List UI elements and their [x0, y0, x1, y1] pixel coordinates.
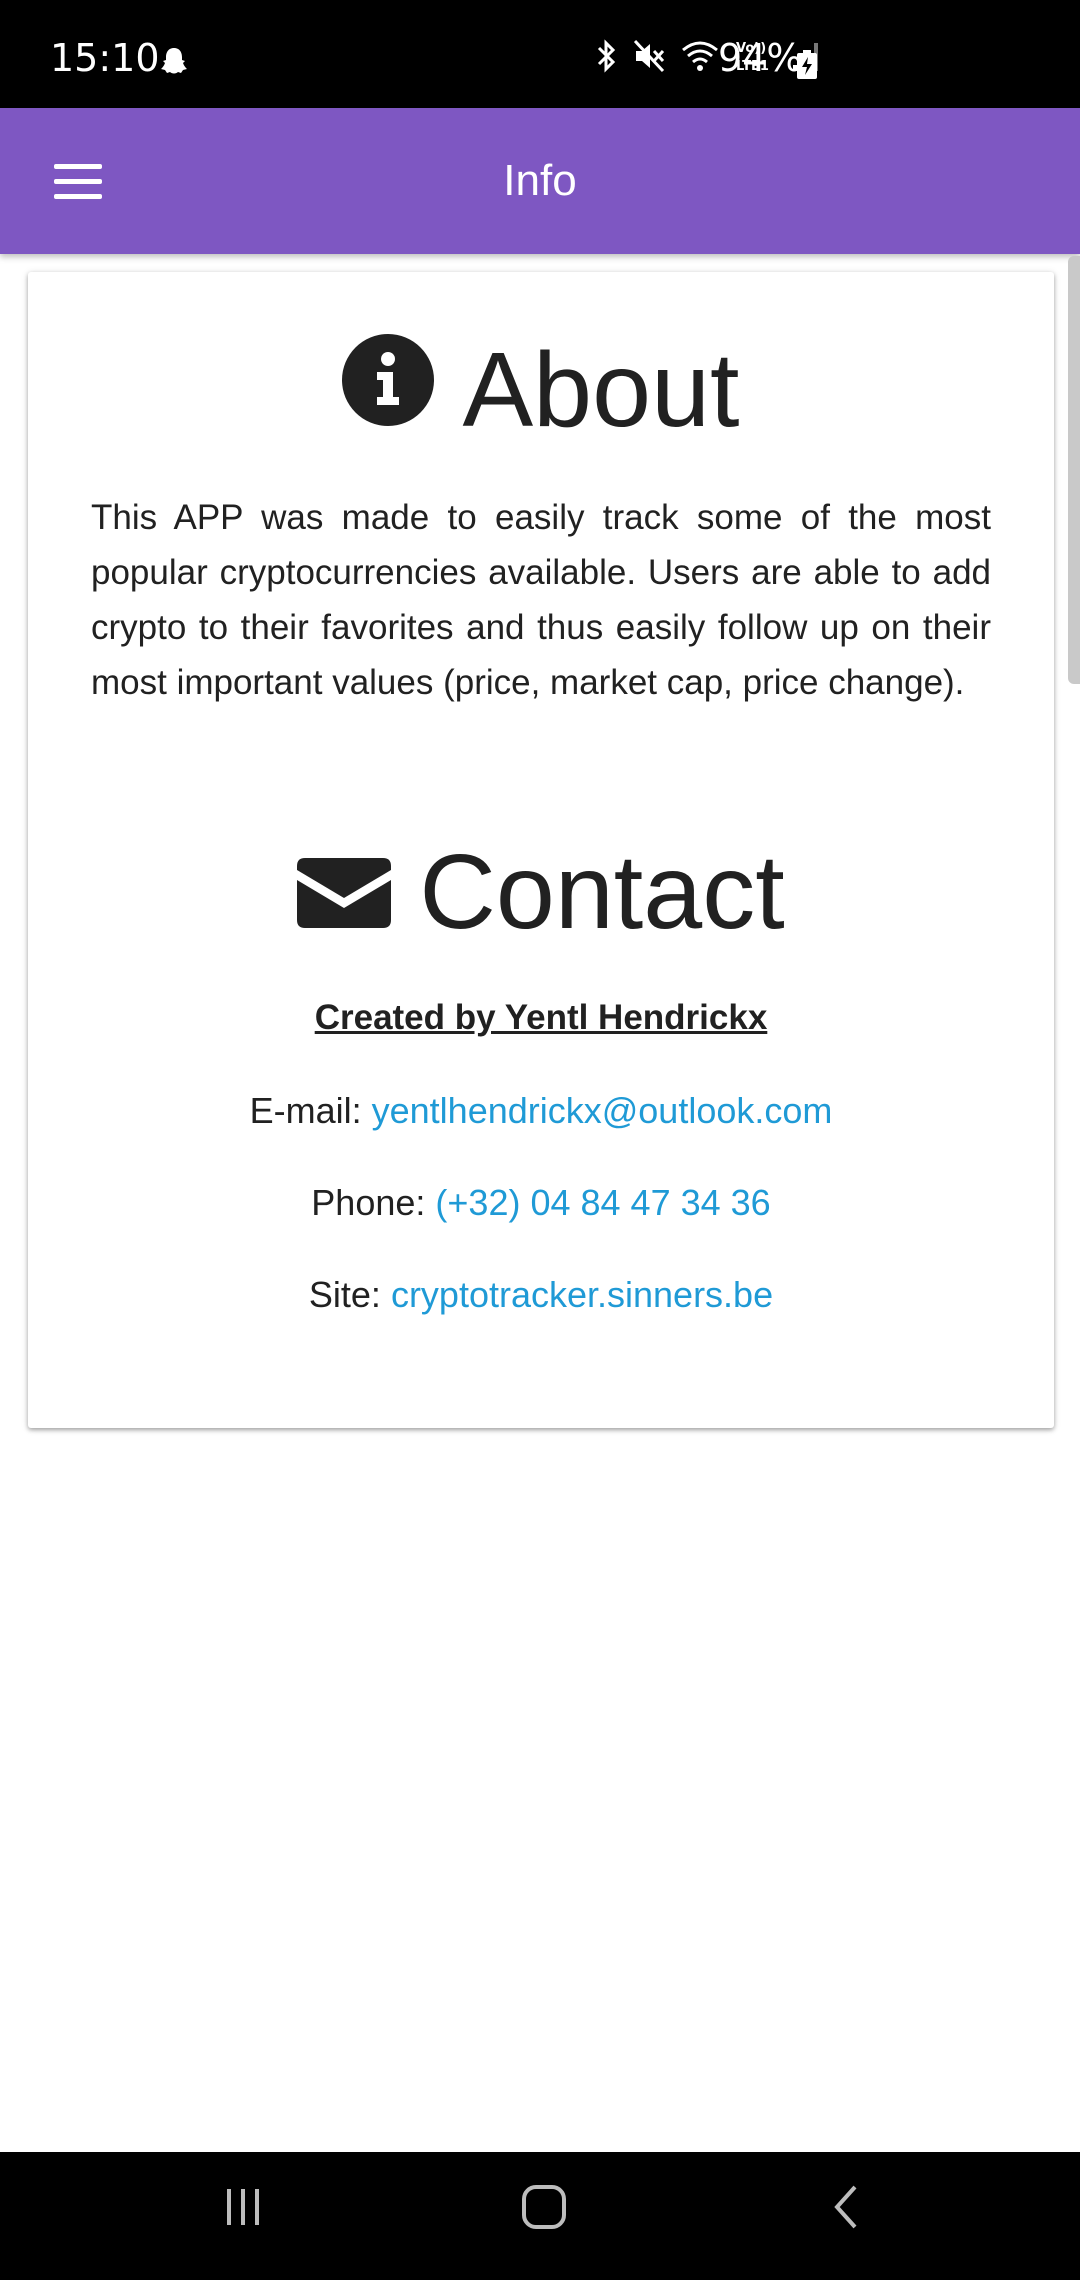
site-label: Site:: [308, 1274, 381, 1315]
phone-link[interactable]: (+32) 04 84 47 34 36: [435, 1182, 770, 1223]
page-title: Info: [503, 156, 577, 205]
email-line: E-mail: yentlhendrickx@outlook.com: [28, 1090, 1054, 1132]
site-line: Site: cryptotracker.sinners.be: [28, 1274, 1054, 1316]
email-link[interactable]: yentlhendrickx@outlook.com: [372, 1090, 833, 1131]
envelope-icon: [297, 832, 392, 952]
home-icon[interactable]: [504, 2182, 584, 2252]
status-bar: 15:10 Vo)) LTE1 94%: [0, 0, 1080, 108]
app-bar: Info: [0, 108, 1080, 254]
phone-label: Phone:: [311, 1182, 426, 1223]
snapchat-ghost-icon: [160, 46, 188, 81]
created-by: Created by Yentl Hendrickx: [314, 998, 768, 1037]
system-nav-bar: [0, 2152, 1080, 2280]
hamburger-menu-icon[interactable]: [40, 148, 118, 214]
battery-charging-icon: [796, 50, 818, 85]
contact-heading-text: Contact: [419, 833, 785, 951]
bluetooth-icon: [597, 39, 616, 73]
info-circle-icon: [342, 330, 435, 450]
about-description: This APP was made to easily track some o…: [91, 498, 991, 702]
email-label: E-mail:: [249, 1090, 362, 1131]
status-time: 15:10: [50, 36, 160, 80]
mute-icon: [633, 39, 665, 73]
phone-line: Phone: (+32) 04 84 47 34 36: [28, 1182, 1054, 1224]
contact-heading: Contact: [28, 832, 1054, 952]
back-icon[interactable]: [808, 2182, 888, 2252]
scroll-indicator[interactable]: [1068, 256, 1080, 684]
battery-percent: 94%: [718, 36, 803, 80]
about-heading: About: [28, 330, 1054, 450]
info-card: About This APP was made to easily track …: [28, 272, 1054, 1428]
site-link[interactable]: cryptotracker.sinners.be: [391, 1274, 773, 1315]
wifi-icon: [682, 41, 718, 71]
about-heading-text: About: [462, 331, 740, 449]
recent-apps-icon[interactable]: [203, 2182, 283, 2252]
